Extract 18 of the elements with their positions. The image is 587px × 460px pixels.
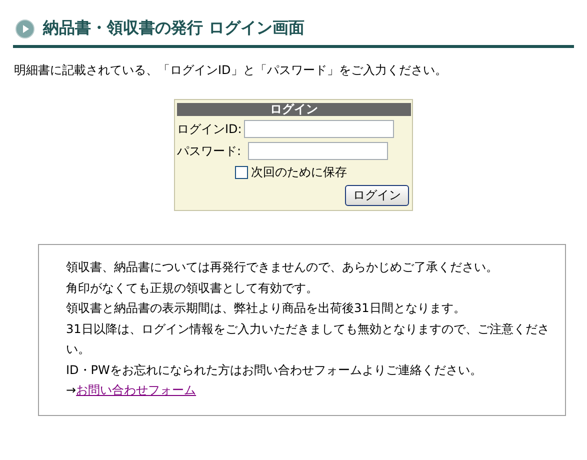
notice-text: 角印がなくても正規の領収書として有効です。 [66, 280, 319, 296]
login-heading: ログイン [177, 103, 411, 116]
contact-link[interactable]: お問い合わせフォーム [76, 383, 196, 397]
notice-text: ID・PWをお忘れになられた方はお問い合わせフォームよりご連絡ください。 [66, 362, 483, 378]
remember-checkbox[interactable] [235, 166, 248, 179]
field-label: ログインID: [177, 120, 242, 138]
play-icon [15, 18, 35, 38]
login-id-field[interactable] [244, 120, 394, 138]
login-button[interactable]: ログイン [345, 185, 409, 206]
password-field[interactable] [248, 142, 388, 160]
page-title: 納品書・領収書の発行 ログイン画面 [43, 18, 305, 39]
contact-line: →お問い合わせフォーム [66, 382, 198, 399]
field-label: パスワード: [177, 142, 242, 160]
notice-text: 領収書と納品書の表示期間は、弊社より商品を出荷後31日間となります。 [66, 300, 466, 317]
notice-text: 31日以降は、ログイン情報をご入力いただきましても無効となりますので、ご注意ください。 [66, 320, 550, 358]
notice-text: 領収書、納品書については再発行できませんので、あらかじめご了承ください。 [66, 259, 499, 276]
remember-label: 次回のために保存 [251, 164, 347, 181]
intro-text: 明細書に記載されている、「ログインID」と「パスワード」をご入力ください。 [14, 62, 448, 79]
